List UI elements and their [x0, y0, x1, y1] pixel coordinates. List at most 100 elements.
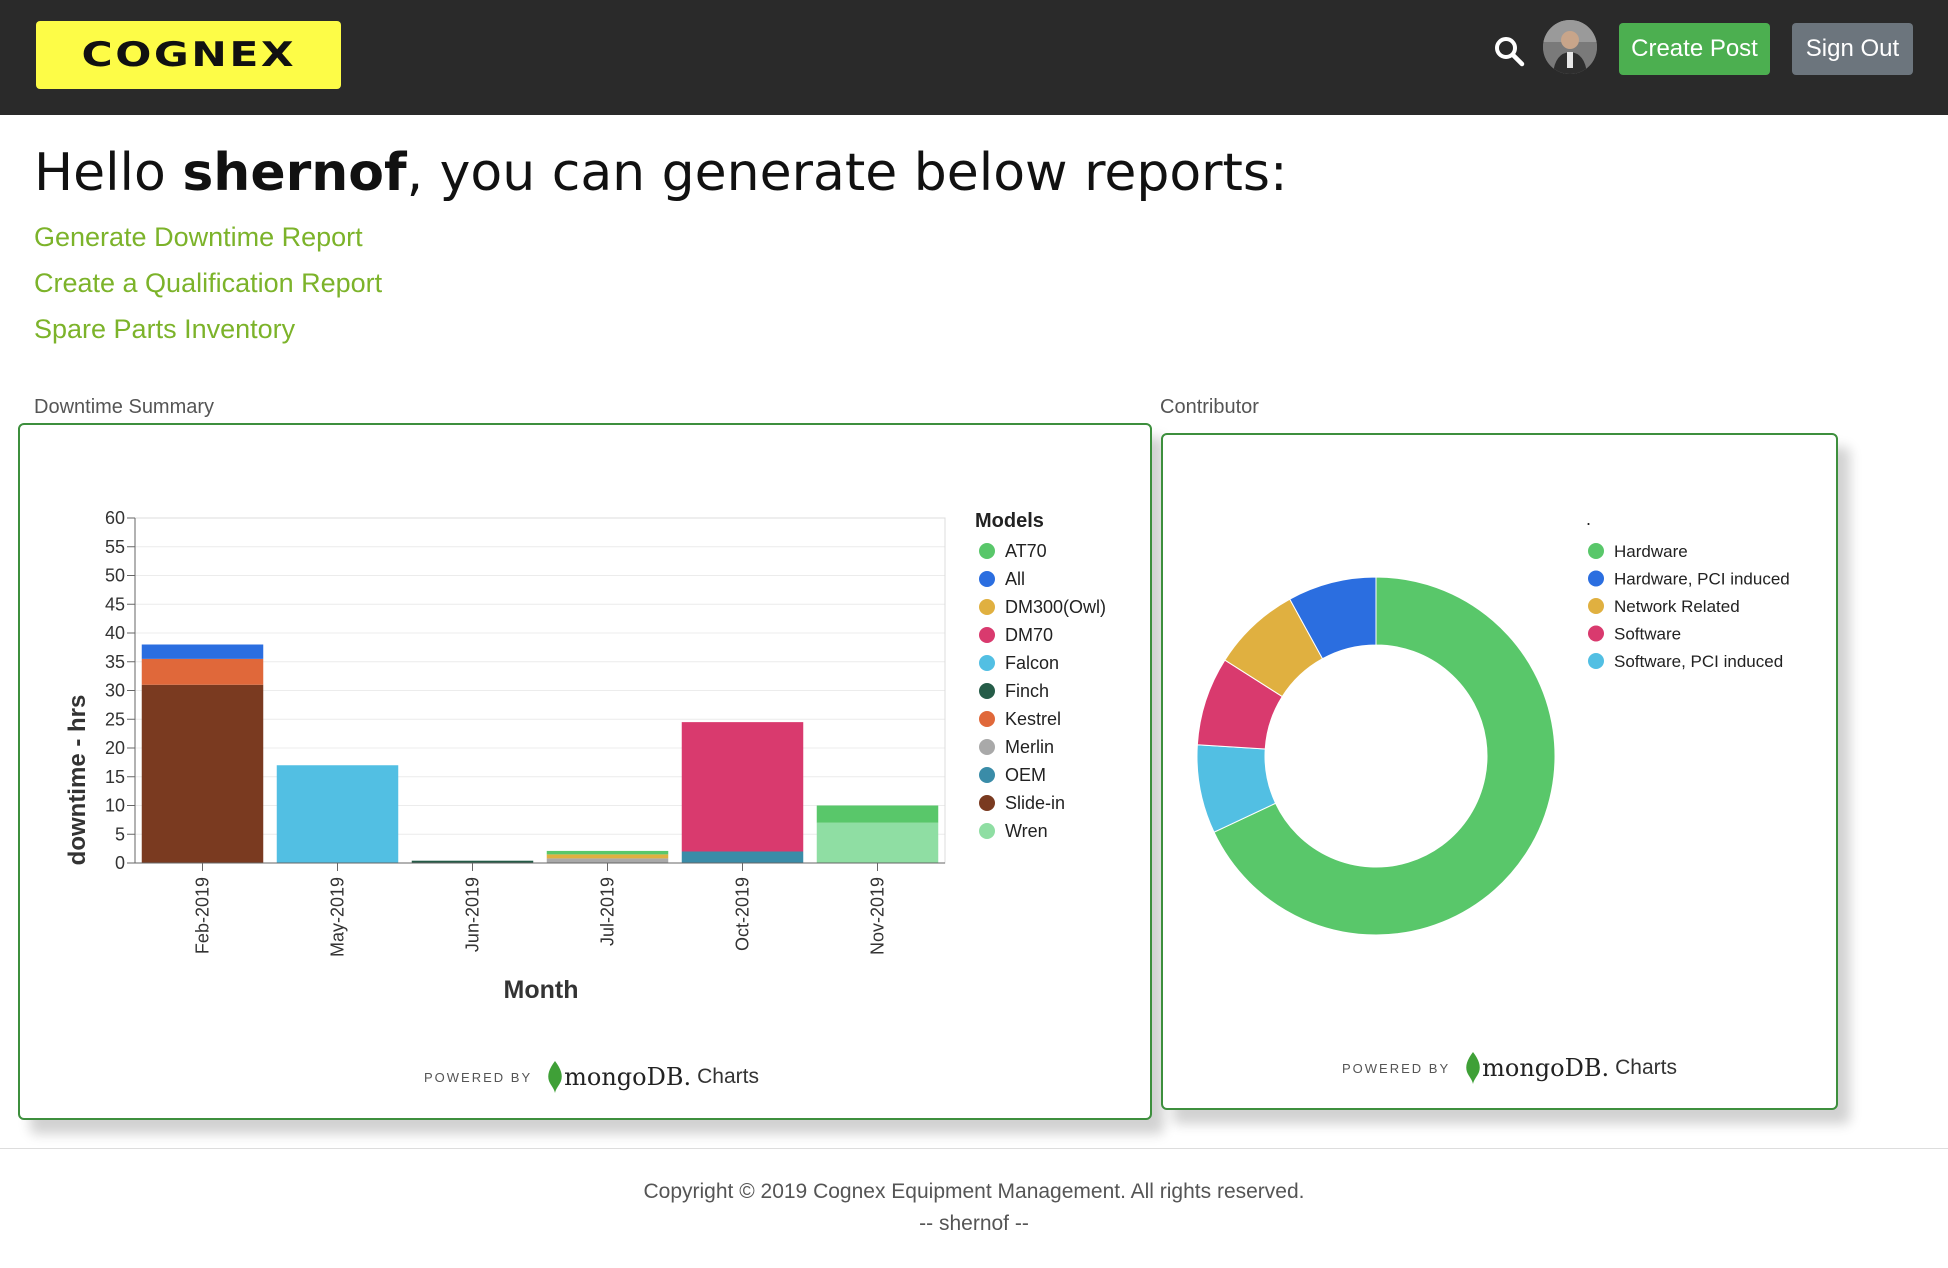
bar-dm70-oct-2019[interactable] [681, 722, 804, 852]
legend-item-slide-in[interactable]: Slide-in [979, 793, 1065, 813]
mongodb-leaf-icon [548, 1061, 562, 1093]
legend-label: Slide-in [1005, 793, 1065, 813]
legend-swatch [979, 599, 995, 615]
x-tick-label: Feb-2019 [193, 877, 213, 954]
downtime-bar-chart: 0 5 10 15 20 25 30 35 40 45 50 55 60 Feb-2019 May-2019… [64, 508, 1106, 1004]
footer-username: -- shernof -- [919, 1212, 1029, 1235]
contributor-donut-chart: . Hardware Hardware, PCI induced Network R… [1196, 509, 1790, 936]
legend-swatch [1588, 543, 1604, 559]
cognex-logo[interactable]: COGNEX [36, 21, 341, 89]
create-post-button[interactable]: Create Post [1619, 23, 1770, 75]
footer-divider [0, 1148, 1948, 1149]
legend-swatch [979, 627, 995, 643]
bar-at70-jul-2019[interactable] [546, 850, 669, 855]
user-avatar[interactable] [1543, 20, 1597, 74]
legend-label: AT70 [1005, 541, 1047, 561]
legend-swatch [1588, 570, 1604, 587]
legend-label: Kestrel [1005, 709, 1061, 729]
bar-all-feb-2019[interactable] [141, 644, 264, 659]
legend-swatch [979, 655, 995, 671]
legend-title: Models [975, 510, 1044, 532]
legend-item-all[interactable]: All [979, 569, 1025, 589]
downtime-summary-panel: 0 5 10 15 20 25 30 35 40 45 50 55 60 Feb-2019 May-2019… [18, 423, 1152, 1120]
generate-downtime-report-link[interactable]: Generate Downtime Report [34, 222, 363, 253]
bar-kestrel-feb-2019[interactable] [141, 658, 264, 685]
legend-item-software-pci-induced[interactable]: Software, PCI induced [1588, 652, 1783, 671]
legend-swatch [979, 543, 995, 559]
spare-parts-inventory-link[interactable]: Spare Parts Inventory [34, 314, 295, 345]
legend-item-falcon[interactable]: Falcon [979, 653, 1059, 673]
y-tick-label: 55 [105, 537, 125, 557]
powered-by-mongodb-charts[interactable]: POWERED BY mongoDB. Charts [424, 1061, 759, 1093]
x-tick-label: Jul-2019 [598, 877, 618, 946]
legend-swatch [979, 683, 995, 699]
legend-item-network-related[interactable]: Network Related [1588, 597, 1740, 616]
y-tick-label: 25 [105, 709, 125, 729]
legend-item-software[interactable]: Software [1588, 625, 1681, 644]
legend-swatch [1588, 598, 1604, 614]
legend-swatch [979, 823, 995, 839]
contributor-panel: . Hardware Hardware, PCI induced Network R… [1161, 433, 1838, 1110]
legend-swatch [979, 711, 995, 727]
legend-swatch [979, 795, 995, 811]
legend-label: Software [1614, 625, 1681, 644]
legend-label: Wren [1005, 821, 1048, 841]
x-axis-label: Month [504, 976, 579, 1004]
page-title: Hello shernof, you can generate below re… [34, 143, 1288, 203]
search-icon[interactable] [1493, 35, 1525, 67]
legend-title: . [1586, 509, 1591, 529]
legend-swatch [979, 571, 995, 587]
legend-label: DM70 [1005, 625, 1053, 645]
bar-wren-nov-2019[interactable] [816, 822, 939, 863]
bar-dm300-owl--jul-2019[interactable] [546, 854, 669, 859]
y-tick-label: 35 [105, 652, 125, 672]
legend-swatch [1588, 653, 1604, 669]
legend-label: Merlin [1005, 737, 1054, 757]
downtime-summary-label: Downtime Summary [34, 396, 215, 418]
x-tick-label: Jun-2019 [463, 877, 483, 952]
x-tick-label: May-2019 [328, 877, 348, 957]
avatar-image [1543, 20, 1597, 74]
legend-item-at70[interactable]: AT70 [979, 541, 1047, 561]
contributor-label: Contributor [1160, 396, 1259, 418]
y-tick-label: 30 [105, 681, 125, 701]
logo-text: COGNEX [81, 35, 296, 75]
legend-label: Falcon [1005, 653, 1059, 673]
legend-label: Hardware [1614, 542, 1688, 561]
powered-by-mongodb-charts[interactable]: POWERED BY mongoDB. Charts [1342, 1052, 1677, 1084]
bar-at70-nov-2019[interactable] [816, 805, 939, 823]
legend-item-oem[interactable]: OEM [979, 765, 1046, 785]
y-tick-label: 5 [115, 824, 125, 844]
legend-label: All [1005, 569, 1025, 589]
create-qualification-report-link[interactable]: Create a Qualification Report [34, 268, 382, 299]
legend-swatch [979, 739, 995, 755]
legend-item-merlin[interactable]: Merlin [979, 737, 1054, 757]
legend-item-hardware-pci-induced[interactable]: Hardware, PCI induced [1588, 570, 1790, 589]
legend-item-hardware[interactable]: Hardware [1588, 542, 1688, 561]
y-tick-label: 20 [105, 738, 125, 758]
username: shernof [182, 143, 407, 203]
sign-out-button[interactable]: Sign Out [1792, 23, 1913, 75]
legend-item-wren[interactable]: Wren [979, 821, 1048, 841]
bar-merlin-jul-2019[interactable] [546, 858, 669, 863]
legend-item-finch[interactable]: Finch [979, 681, 1049, 701]
legend-label: Hardware, PCI induced [1614, 570, 1790, 589]
legend-label: Network Related [1614, 597, 1740, 616]
y-tick-label: 15 [105, 767, 125, 787]
y-axis-label: downtime - hrs [64, 695, 91, 866]
legend-swatch [979, 767, 995, 783]
top-navbar: COGNEX Create Post Sign Out [0, 0, 1948, 115]
bar-oem-oct-2019[interactable] [681, 851, 804, 864]
bar-slide-in-feb-2019[interactable] [141, 684, 264, 863]
legend-label: Software, PCI induced [1614, 652, 1783, 671]
y-tick-label: 10 [105, 796, 125, 816]
legend-swatch [1588, 625, 1604, 642]
legend-item-dm70[interactable]: DM70 [979, 625, 1053, 645]
bar-falcon-may-2019[interactable] [276, 765, 399, 863]
x-tick-label: Nov-2019 [868, 877, 888, 955]
footer-copyright: Copyright © 2019 Cognex Equipment Manage… [643, 1180, 1305, 1203]
y-tick-label: 50 [105, 566, 125, 586]
legend-item-kestrel[interactable]: Kestrel [979, 709, 1061, 729]
legend-item-dm300-owl-[interactable]: DM300(Owl) [979, 597, 1106, 617]
legend-label: DM300(Owl) [1005, 597, 1106, 617]
